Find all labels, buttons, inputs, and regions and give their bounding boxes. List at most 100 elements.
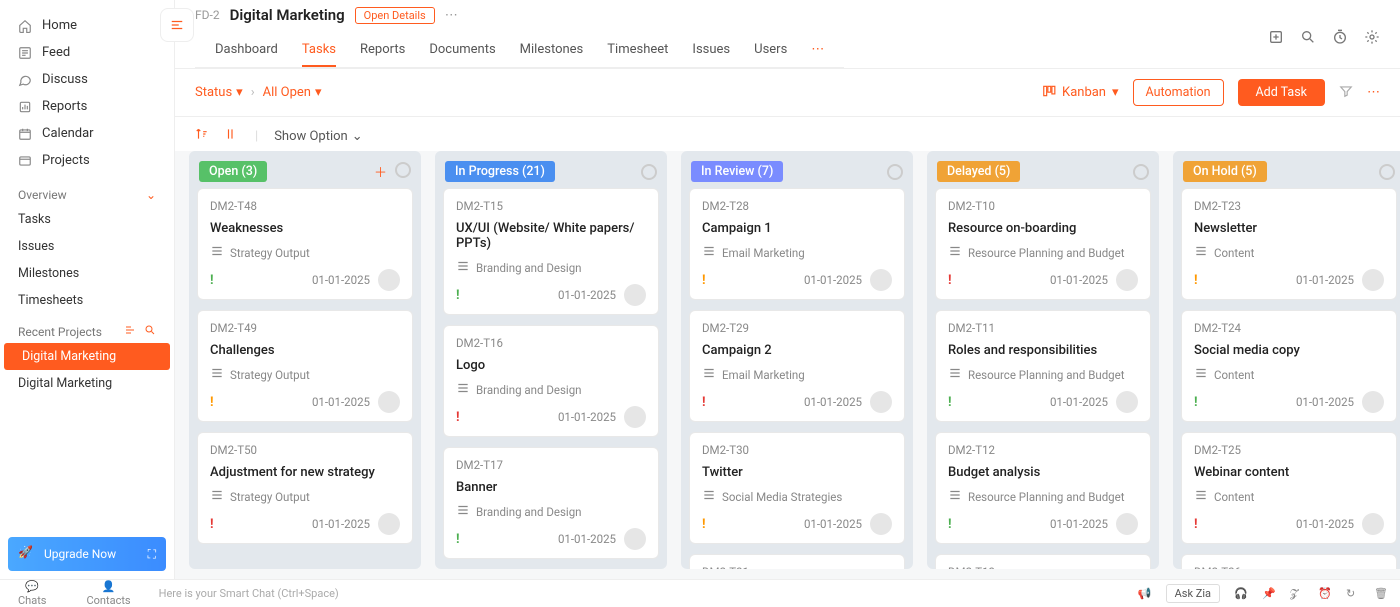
nav-home[interactable]: Home xyxy=(0,12,174,39)
card-date: 01-01-2025 xyxy=(804,517,862,531)
avatar[interactable] xyxy=(870,391,892,413)
stack-icon xyxy=(210,244,224,261)
nav-reports[interactable]: Reports xyxy=(0,93,174,120)
smart-chat-hint[interactable]: Here is your Smart Chat (Ctrl+Space) xyxy=(149,587,1126,600)
timer-icon[interactable] xyxy=(1332,29,1348,45)
all-open-dropdown[interactable]: All Open ▾ xyxy=(263,85,322,100)
task-card[interactable]: DM2-T12 Budget analysis Resource Plannin… xyxy=(935,432,1151,544)
nav-feed[interactable]: Feed xyxy=(0,39,174,66)
announce-icon[interactable]: 📢 xyxy=(1138,587,1152,601)
task-card[interactable]: DM2-T49 Challenges Strategy Output ! 01-… xyxy=(197,310,413,422)
avatar[interactable] xyxy=(1362,513,1384,535)
task-card[interactable]: DM2-T24 Social media copy Content ! 01-0… xyxy=(1181,310,1397,422)
card-id: DM2-T11 xyxy=(948,321,995,335)
task-card[interactable]: DM2-T16 Logo Branding and Design ! 01-01… xyxy=(443,325,659,437)
task-card[interactable]: DM2-T28 Campaign 1 Email Marketing ! 01-… xyxy=(689,188,905,300)
task-card[interactable]: DM2-T25 Webinar content Content ! 01-01-… xyxy=(1181,432,1397,544)
sidebar-item-issues[interactable]: Issues xyxy=(0,233,174,260)
sidebar-item-milestones[interactable]: Milestones xyxy=(0,260,174,287)
task-card[interactable]: DM2-T31 Linkedin Social Media Strategies… xyxy=(689,554,905,569)
task-card[interactable]: DM2-T50 Adjustment for new strategy Stra… xyxy=(197,432,413,544)
add-icon[interactable] xyxy=(1268,29,1284,45)
task-card[interactable]: DM2-T26 Email content preparation Email … xyxy=(1181,554,1397,569)
column-title[interactable]: In Progress (21) xyxy=(445,161,555,182)
avatar[interactable] xyxy=(870,513,892,535)
upgrade-now-button[interactable]: 🚀 Upgrade Now ⛶ xyxy=(8,537,166,571)
avatar[interactable] xyxy=(624,528,646,550)
task-card[interactable]: DM2-T17 Banner Branding and Design ! 01-… xyxy=(443,447,659,559)
sidebar-collapse-button[interactable] xyxy=(160,8,194,42)
view-dropdown[interactable]: Kanban ▾ xyxy=(1042,84,1119,102)
headset-icon[interactable]: 🎧 xyxy=(1234,587,1248,601)
more-icon[interactable]: ⋯ xyxy=(1367,85,1380,100)
task-card[interactable]: DM2-T29 Campaign 2 Email Marketing ! 01-… xyxy=(689,310,905,422)
kanban-board[interactable]: Open (3) ＋ DM2-T48 Weaknesses Strategy O… xyxy=(175,151,1400,579)
avatar[interactable] xyxy=(1362,391,1384,413)
avatar[interactable] xyxy=(378,513,400,535)
more-icon[interactable]: ⋯ xyxy=(445,8,458,23)
task-card[interactable]: DM2-T48 Weaknesses Strategy Output ! 01-… xyxy=(197,188,413,300)
avatar[interactable] xyxy=(870,269,892,291)
overview-section-label[interactable]: Overview xyxy=(18,188,67,202)
trash-icon[interactable]: 🗑 xyxy=(1374,587,1388,601)
tab-milestones[interactable]: Milestones xyxy=(520,34,584,67)
column-title[interactable]: On Hold (5) xyxy=(1183,161,1267,182)
card-group: Email Marketing xyxy=(722,246,805,260)
avatar[interactable] xyxy=(1116,513,1138,535)
recent-projects-label[interactable]: Recent Projects xyxy=(18,325,102,339)
recent-project-item[interactable]: Digital Marketing xyxy=(4,343,170,370)
history-icon[interactable]: ↻ xyxy=(1346,587,1360,601)
open-details-button[interactable]: Open Details xyxy=(355,7,435,24)
avatar[interactable] xyxy=(378,391,400,413)
nav-projects[interactable]: Projects xyxy=(0,147,174,174)
avatar[interactable] xyxy=(1116,391,1138,413)
avatar[interactable] xyxy=(624,284,646,306)
nav-discuss[interactable]: Discuss xyxy=(0,66,174,93)
add-icon[interactable]: ＋ xyxy=(374,162,387,181)
card-date: 01-01-2025 xyxy=(312,273,370,287)
nav-calendar[interactable]: Calendar xyxy=(0,120,174,147)
column-title[interactable]: Delayed (5) xyxy=(937,161,1020,182)
sidebar-item-tasks[interactable]: Tasks xyxy=(0,206,174,233)
show-option-dropdown[interactable]: Show Option ⌄ xyxy=(274,129,362,144)
tab-timesheet[interactable]: Timesheet xyxy=(607,34,668,67)
alarm-icon[interactable]: ⏰ xyxy=(1318,587,1332,601)
pin-icon[interactable]: 📌 xyxy=(1262,587,1276,601)
task-card[interactable]: DM2-T13 Budget allocation Resource Plann… xyxy=(935,554,1151,569)
avatar[interactable] xyxy=(1116,269,1138,291)
column-title[interactable]: In Review (7) xyxy=(691,161,783,182)
tab-tasks[interactable]: Tasks xyxy=(302,34,336,67)
avatar[interactable] xyxy=(624,406,646,428)
tab-reports[interactable]: Reports xyxy=(360,34,405,67)
sidebar-item-timesheets[interactable]: Timesheets xyxy=(0,287,174,314)
ask-zia-button[interactable]: Ask Zia xyxy=(1166,584,1220,603)
avatar[interactable] xyxy=(378,269,400,291)
column-title[interactable]: Open (3) xyxy=(199,161,267,182)
gear-icon[interactable] xyxy=(1364,29,1380,45)
task-card[interactable]: DM2-T23 Newsletter Content ! 01-01-2025 xyxy=(1181,188,1397,300)
automation-button[interactable]: Automation xyxy=(1133,79,1224,106)
recent-project-item[interactable]: Digital Marketing xyxy=(0,370,174,397)
filter-icon[interactable] xyxy=(1339,84,1353,102)
tab-more[interactable]: ⋯ xyxy=(811,34,824,67)
status-dropdown[interactable]: Status ▾ xyxy=(195,85,243,100)
sort-icon[interactable] xyxy=(195,127,209,145)
breadcrumb[interactable]: FD-2 xyxy=(195,8,220,22)
avatar[interactable] xyxy=(1362,269,1384,291)
tab-documents[interactable]: Documents xyxy=(429,34,495,67)
task-card[interactable]: DM2-T30 Twitter Social Media Strategies … xyxy=(689,432,905,544)
add-task-button[interactable]: Add Task xyxy=(1238,79,1325,106)
task-card[interactable]: DM2-T11 Roles and responsibilities Resou… xyxy=(935,310,1151,422)
zia-icon[interactable]: 𝓩 xyxy=(1290,587,1304,601)
task-card[interactable]: DM2-T10 Resource on-boarding Resource Pl… xyxy=(935,188,1151,300)
tab-dashboard[interactable]: Dashboard xyxy=(215,34,278,67)
settings-icon[interactable] xyxy=(124,324,136,339)
chats-tab[interactable]: 💬 Chats xyxy=(18,580,46,607)
task-card[interactable]: DM2-T15 UX/UI (Website/ White papers/ PP… xyxy=(443,188,659,315)
search-icon[interactable] xyxy=(1300,29,1316,45)
tab-issues[interactable]: Issues xyxy=(692,34,730,67)
search-icon[interactable] xyxy=(144,324,156,339)
contacts-tab[interactable]: 👤 Contacts xyxy=(86,580,130,607)
tab-users[interactable]: Users xyxy=(754,34,787,67)
column-icon[interactable] xyxy=(225,127,239,145)
